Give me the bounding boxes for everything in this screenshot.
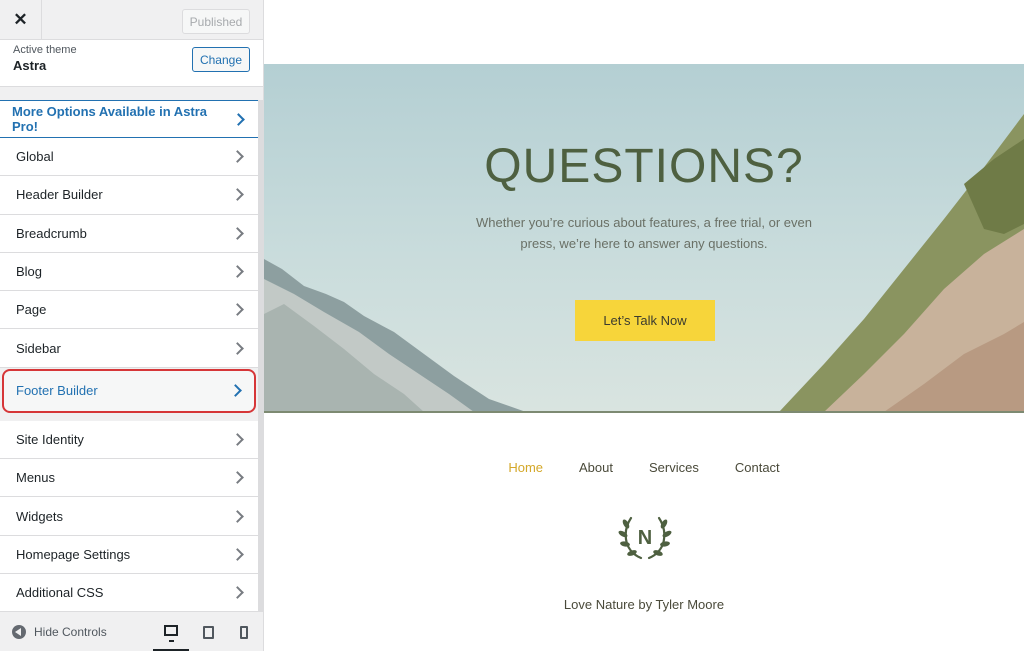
customizer-footer: Hide Controls	[0, 611, 263, 651]
chevron-right-icon	[231, 471, 244, 485]
active-theme-name: Astra	[13, 58, 47, 73]
chevron-right-icon	[231, 341, 244, 355]
laurel-logo-icon[interactable]: N	[615, 510, 675, 566]
astra-pro-promo-item[interactable]: More Options Available in Astra Pro!	[0, 100, 258, 138]
hero-subtitle: Whether you’re curious about features, a…	[475, 215, 812, 251]
panel-item-blog[interactable]: Blog	[0, 252, 258, 292]
panel-item-label: Site Identity	[16, 431, 84, 447]
nav-link-about[interactable]: About	[579, 460, 613, 475]
hero-title: QUESTIONS?	[484, 140, 804, 193]
publish-button[interactable]: Published	[182, 9, 250, 34]
hide-controls-label: Hide Controls	[34, 625, 107, 639]
panel-item-global[interactable]: Global	[0, 138, 258, 177]
chevron-right-icon	[231, 547, 244, 561]
tablet-icon	[202, 625, 214, 639]
footer-nav: Home About Services Contact	[264, 460, 1024, 475]
mobile-icon	[240, 625, 248, 639]
panel-item-label: Global	[16, 149, 54, 165]
panel-item-breadcrumb[interactable]: Breadcrumb	[0, 214, 258, 253]
panel-item-label: Breadcrumb	[16, 225, 87, 241]
chevron-right-icon	[231, 226, 244, 240]
chevron-right-icon	[231, 586, 244, 599]
customizer-header: ✕ Published	[0, 0, 263, 40]
collapse-arrow-icon	[12, 625, 26, 639]
nav-link-home[interactable]: Home	[508, 460, 543, 475]
preview-desktop-button[interactable]	[153, 612, 189, 651]
panel-item-widgets[interactable]: Widgets	[0, 497, 258, 536]
chevron-right-icon	[232, 112, 245, 126]
preview-mobile-button[interactable]	[226, 612, 262, 651]
logo-letter: N	[638, 527, 652, 549]
panel-item-label: Widgets	[16, 508, 63, 524]
desktop-icon	[164, 625, 178, 642]
panel-item-page[interactable]: Page	[0, 291, 258, 330]
chevron-right-icon	[229, 384, 242, 398]
hide-controls-button[interactable]: Hide Controls	[12, 625, 107, 639]
panel-item-label: Additional CSS	[16, 585, 104, 601]
chevron-right-icon	[231, 509, 244, 523]
site-preview: QUESTIONS? Whether you’re curious about …	[264, 0, 1024, 651]
panel-item-additional-css[interactable]: Additional CSS	[0, 573, 258, 613]
panel-item-label: Blog	[16, 264, 43, 280]
preview-tablet-button[interactable]	[190, 612, 226, 651]
close-icon[interactable]: ✕	[0, 0, 42, 40]
sidebar-scrollbar[interactable]	[258, 100, 263, 611]
change-theme-button[interactable]: Change	[192, 47, 250, 72]
panel-item-sidebar[interactable]: Sidebar	[0, 329, 258, 368]
panel-item-header-builder[interactable]: Header Builder	[0, 176, 258, 215]
chevron-right-icon	[231, 188, 244, 202]
hero-divider	[264, 411, 1024, 413]
panel-item-label: Homepage Settings	[16, 546, 131, 562]
nav-link-services[interactable]: Services	[649, 460, 699, 475]
active-theme-box: Active theme Astra Change	[0, 40, 263, 87]
chevron-right-icon	[231, 303, 244, 317]
panel-item-label: Header Builder	[16, 187, 103, 203]
chevron-right-icon	[231, 150, 244, 164]
chevron-right-icon	[231, 433, 244, 446]
chevron-right-icon	[231, 265, 244, 278]
footer-credit: Love Nature by Tyler Moore	[563, 597, 725, 612]
customizer-sidebar: ✕ Published Active theme Astra Change Mo…	[0, 0, 264, 651]
active-theme-caption: Active theme	[13, 44, 77, 56]
customizer-panel-list: More Options Available in Astra Pro! Glo…	[0, 100, 258, 613]
panel-item-homepage-settings[interactable]: Homepage Settings	[0, 535, 258, 574]
panel-item-label: Sidebar	[16, 340, 61, 356]
panel-item-site-identity[interactable]: Site Identity	[0, 420, 258, 460]
panel-item-menus[interactable]: Menus	[0, 459, 258, 498]
panel-item-footer-builder[interactable]: Footer Builder	[2, 368, 256, 413]
nav-link-contact[interactable]: Contact	[735, 460, 780, 475]
panel-item-label: Footer Builder	[16, 383, 98, 399]
panel-item-label: Page	[16, 302, 47, 318]
lets-talk-now-button[interactable]: Let’s Talk Now	[575, 300, 715, 341]
hero-section: QUESTIONS? Whether you’re curious about …	[264, 64, 1024, 412]
promo-label: More Options Available in Astra Pro!	[12, 104, 208, 134]
panel-item-label: Menus	[16, 470, 56, 486]
